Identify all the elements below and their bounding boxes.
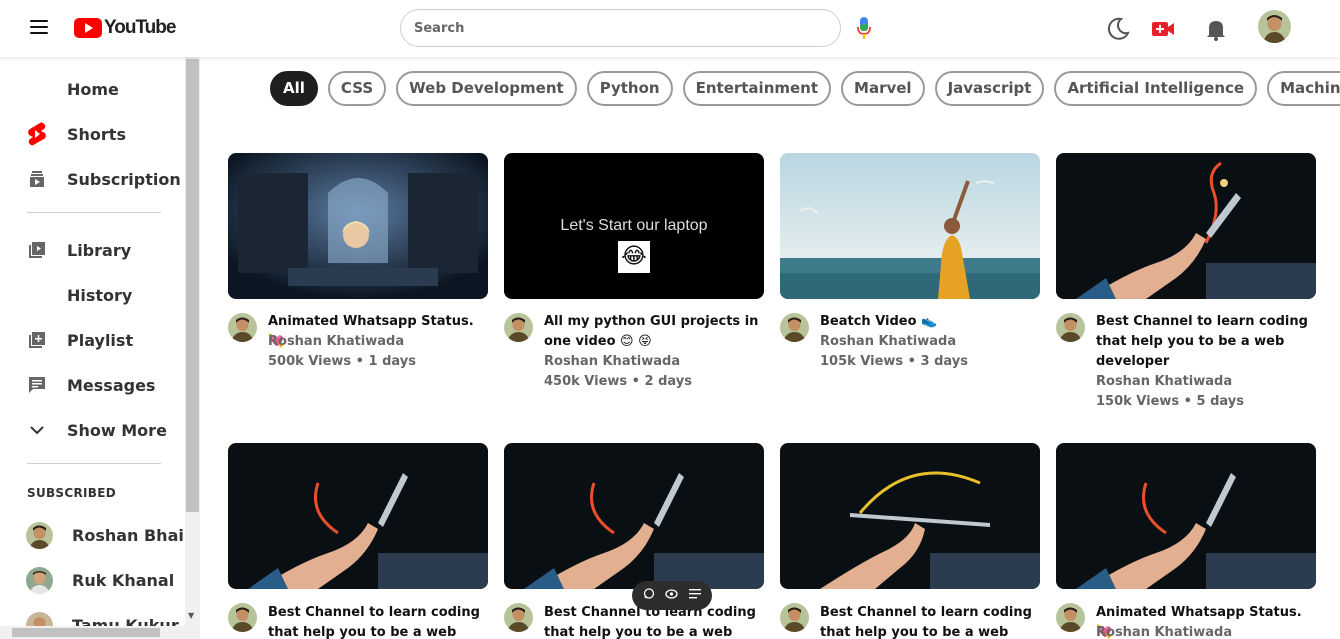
subscription-icon: [27, 169, 47, 189]
sidebar-item-label: Show More: [67, 420, 167, 440]
user-avatar[interactable]: [1258, 10, 1291, 43]
video-channel-name[interactable]: Roshan Khatiwada: [544, 352, 680, 372]
top-header: YouTube: [0, 0, 1340, 57]
chip-javascript[interactable]: Javascript: [934, 71, 1045, 106]
sidebar-item-playlist[interactable]: Playlist: [0, 320, 185, 360]
video-thumbnail[interactable]: [1056, 153, 1316, 299]
library-icon: [27, 240, 47, 260]
logo-text: YouTube: [104, 17, 176, 38]
create-video-icon[interactable]: [1150, 16, 1176, 42]
video-title[interactable]: Best Channel to learn coding that help y…: [1096, 312, 1314, 372]
dark-mode-moon-icon[interactable]: [1105, 16, 1131, 42]
thumbnail-emoji: 😂: [618, 241, 650, 273]
sidebar-item-library[interactable]: Library: [0, 230, 185, 270]
sidebar-item-subscription[interactable]: Subscription: [0, 159, 185, 199]
sidebar-item-label: Playlist: [67, 330, 134, 350]
subscription-name: Tamu Kukur: [72, 616, 179, 626]
list-icon[interactable]: [688, 589, 701, 602]
video-thumbnail[interactable]: [504, 443, 764, 589]
search-input[interactable]: [400, 9, 841, 47]
shorts-icon: [27, 122, 47, 146]
video-channel-name[interactable]: Roshan Khatiwada: [1096, 372, 1232, 392]
sidebar-divider: [27, 463, 161, 464]
video-title[interactable]: Best Channel to learn coding that help y…: [820, 603, 1038, 639]
sidebar-item-label: Subscription: [67, 169, 181, 189]
chevron-down-icon: [27, 420, 47, 440]
chip-web-development[interactable]: Web Development: [396, 71, 577, 106]
sidebar-item-show-more[interactable]: Show More: [0, 410, 185, 450]
subscription-item[interactable]: Roshan Bhai: [0, 516, 185, 556]
messages-icon: [27, 375, 47, 395]
sidebar-scrollbar-thumb[interactable]: [186, 59, 199, 512]
chip-all[interactable]: All: [270, 71, 318, 106]
chip-css[interactable]: CSS: [327, 71, 387, 106]
channel-avatar[interactable]: [780, 313, 809, 342]
thumbnail-text: Let's Start our laptop: [560, 217, 708, 234]
sidebar-horizontal-scrollbar[interactable]: [0, 626, 185, 639]
sidebar-divider: [27, 212, 161, 213]
channel-avatar: [26, 522, 53, 549]
sidebar-item-label: Library: [67, 240, 132, 260]
video-title[interactable]: All my python GUI projects in one video …: [544, 312, 762, 352]
channel-avatar: [26, 567, 53, 594]
sidebar: Home Shorts Subscription Library History…: [0, 57, 200, 639]
mic-icon[interactable]: [856, 16, 872, 40]
comment-icon[interactable]: [643, 588, 655, 603]
chip-artificial-intelligence[interactable]: Artificial Intelligence: [1054, 71, 1258, 106]
channel-avatar[interactable]: [228, 603, 257, 632]
video-meta: 150k Views • 5 days: [1096, 394, 1244, 409]
video-meta: 105k Views • 3 days: [820, 354, 968, 369]
scroll-down-arrow-icon[interactable]: ▼: [188, 611, 194, 620]
channel-avatar: [26, 612, 53, 626]
channel-avatar[interactable]: [504, 313, 533, 342]
video-thumbnail[interactable]: [228, 443, 488, 589]
subscription-item[interactable]: Ruk Khanal: [0, 561, 185, 601]
subscribed-heading: SUBSCRIBED: [27, 486, 116, 500]
sidebar-item-home[interactable]: Home: [0, 69, 185, 109]
channel-avatar[interactable]: [780, 603, 809, 632]
floating-toolbar: [632, 581, 712, 610]
channel-avatar[interactable]: [1056, 603, 1085, 632]
video-thumbnail[interactable]: [780, 153, 1040, 299]
sidebar-item-history[interactable]: History: [0, 275, 185, 315]
view-icon[interactable]: [665, 589, 679, 602]
sidebar-item-label: Messages: [67, 375, 156, 395]
sidebar-item-label: History: [67, 285, 133, 305]
video-meta: 450k Views • 2 days: [544, 374, 692, 389]
sidebar-item-messages[interactable]: Messages: [0, 365, 185, 405]
category-chips: All CSS Web Development Python Entertainment…: [270, 71, 1340, 106]
chip-entertainment[interactable]: Entertainment: [682, 71, 832, 106]
channel-avatar[interactable]: [1056, 313, 1085, 342]
video-channel-name[interactable]: Roshan Khatiwada: [820, 332, 956, 352]
subscription-name: Ruk Khanal: [72, 571, 175, 590]
channel-avatar[interactable]: [228, 313, 257, 342]
sidebar-item-label: Shorts: [67, 124, 126, 144]
sidebar-item-label: Home: [67, 79, 119, 99]
subscription-name: Roshan Bhai: [72, 526, 184, 545]
youtube-play-icon: [74, 18, 102, 38]
video-channel-name[interactable]: Roshan Khatiwada: [1096, 623, 1232, 639]
horizontal-scrollbar-thumb[interactable]: [12, 628, 160, 637]
sidebar-item-shorts[interactable]: Shorts: [0, 114, 185, 154]
youtube-logo[interactable]: YouTube: [74, 17, 176, 39]
chip-machine-learning[interactable]: Machine Learning: [1267, 71, 1340, 106]
video-channel-name[interactable]: Roshan Khatiwada: [268, 332, 404, 352]
video-thumbnail[interactable]: [1056, 443, 1316, 589]
notification-bell-icon[interactable]: [1203, 16, 1229, 42]
playlist-icon: [27, 330, 47, 350]
chip-python[interactable]: Python: [586, 71, 673, 106]
video-thumbnail[interactable]: [780, 443, 1040, 589]
menu-icon[interactable]: [30, 20, 48, 35]
video-title[interactable]: Best Channel to learn coding that help y…: [268, 603, 486, 639]
video-thumbnail[interactable]: Let's Start our laptop 😂: [504, 153, 764, 299]
video-meta: 500k Views • 1 days: [268, 354, 416, 369]
video-thumbnail[interactable]: [228, 153, 488, 299]
video-title[interactable]: Beatch Video 👟: [820, 312, 1038, 332]
channel-avatar[interactable]: [504, 603, 533, 632]
chip-marvel[interactable]: Marvel: [841, 71, 925, 106]
subscription-item[interactable]: Tamu Kukur: [0, 606, 185, 626]
